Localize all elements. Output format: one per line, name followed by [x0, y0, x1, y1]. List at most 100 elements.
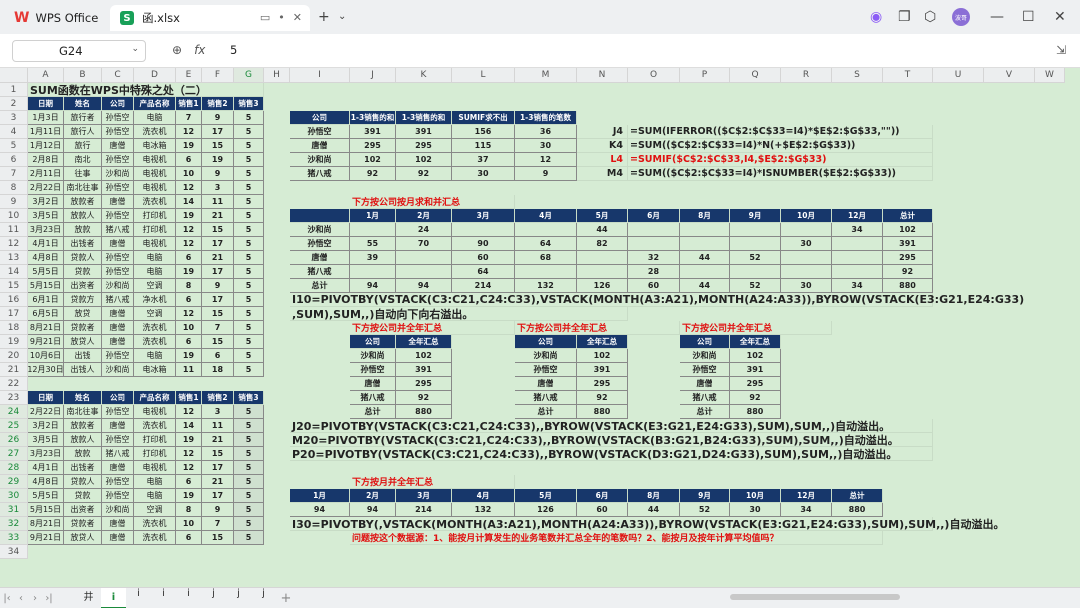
table2-cell[interactable]: 孙悟空 [102, 489, 134, 503]
avatar[interactable]: 波哥 [952, 8, 970, 26]
row-header[interactable]: 23 [0, 391, 28, 405]
zoom-icon[interactable]: ⊕ [172, 43, 182, 57]
table1-cell[interactable]: 出钱人 [64, 363, 102, 377]
new-tab-icon[interactable]: + [318, 7, 330, 27]
table1-cell[interactable]: 11 [202, 195, 234, 209]
table2-cell[interactable]: 21 [202, 475, 234, 489]
table1-cell[interactable]: 15 [202, 139, 234, 153]
table1-cell[interactable]: 唐僧 [102, 237, 134, 251]
company-cell[interactable]: 猪八戒 [680, 391, 730, 405]
table1-cell[interactable]: 贷款人 [64, 251, 102, 265]
pivot-cell[interactable]: 52 [730, 279, 781, 293]
table1-cell[interactable]: 电脑 [134, 265, 176, 279]
row-header[interactable]: 34 [0, 545, 28, 559]
table1-cell[interactable]: 6 [202, 349, 234, 363]
table1-cell[interactable]: 12 [176, 125, 202, 139]
row-header[interactable]: 31 [0, 503, 28, 517]
table1-cell[interactable]: 4月1日 [28, 237, 64, 251]
row-header[interactable]: 2 [0, 97, 28, 111]
table2-cell[interactable]: 3月2日 [28, 419, 64, 433]
table2-cell[interactable]: 12 [176, 447, 202, 461]
pivot-cell[interactable] [781, 223, 832, 237]
summary-cell[interactable]: 30 [452, 167, 515, 181]
pivot-cell[interactable] [781, 251, 832, 265]
table1-cell[interactable]: 电视机 [134, 237, 176, 251]
pivot-cell[interactable]: 55 [350, 237, 396, 251]
table2-cell[interactable]: 21 [202, 433, 234, 447]
company-cell[interactable]: 孙悟空 [515, 363, 577, 377]
table2-cell[interactable]: 电脑 [134, 489, 176, 503]
table2-cell[interactable]: 5月15日 [28, 503, 64, 517]
table1-cell[interactable]: 6月1日 [28, 293, 64, 307]
column-header[interactable]: L [452, 68, 515, 83]
column-header[interactable]: T [883, 68, 933, 83]
row-header[interactable]: 20 [0, 349, 28, 363]
pivot-cell[interactable] [577, 265, 628, 279]
table1-cell[interactable]: 10 [176, 167, 202, 181]
table2-cell[interactable]: 孙悟空 [102, 405, 134, 419]
table1-cell[interactable]: 15 [202, 335, 234, 349]
summary-cell[interactable]: 孙悟空 [290, 125, 350, 139]
pivot-cell[interactable]: 126 [577, 279, 628, 293]
row-header[interactable]: 15 [0, 279, 28, 293]
table1-cell[interactable]: 5月15日 [28, 279, 64, 293]
summary-cell[interactable]: 156 [452, 125, 515, 139]
sheet-tab[interactable]: i [101, 587, 126, 608]
cube-icon[interactable]: ⬡ [924, 7, 936, 27]
table1-cell[interactable]: 猪八戒 [102, 293, 134, 307]
table1-cell[interactable]: 3月23日 [28, 223, 64, 237]
row-header[interactable]: 33 [0, 531, 28, 545]
table1-cell[interactable]: 出钱者 [64, 237, 102, 251]
table1-cell[interactable]: 洗衣机 [134, 335, 176, 349]
table2-cell[interactable]: 孙悟空 [102, 475, 134, 489]
table1-cell[interactable]: 21 [202, 209, 234, 223]
table1-cell[interactable]: 净水机 [134, 293, 176, 307]
summary-cell[interactable]: 92 [350, 167, 396, 181]
table2-cell[interactable]: 贷款人 [64, 475, 102, 489]
pivot-cell[interactable]: 60 [452, 251, 515, 265]
column-header[interactable]: W [1035, 68, 1065, 83]
table2-cell[interactable]: 5 [234, 433, 264, 447]
expand-formula-icon[interactable]: ⇲ [1056, 43, 1066, 57]
summary-cell[interactable]: 115 [452, 139, 515, 153]
row-header[interactable]: 26 [0, 433, 28, 447]
pivot-cell[interactable]: 34 [832, 223, 883, 237]
table1-cell[interactable]: 空调 [134, 307, 176, 321]
table2-cell[interactable]: 放款人 [64, 433, 102, 447]
table2-cell[interactable]: 5 [234, 405, 264, 419]
table1-cell[interactable]: 旅行 [64, 139, 102, 153]
summary-cell[interactable]: 30 [515, 139, 577, 153]
table1-cell[interactable]: 6月5日 [28, 307, 64, 321]
table1-cell[interactable]: 猪八戒 [102, 223, 134, 237]
row-header[interactable]: 27 [0, 447, 28, 461]
pivot-cell[interactable]: 68 [515, 251, 577, 265]
company-cell[interactable]: 391 [577, 363, 628, 377]
company-cell[interactable]: 295 [396, 377, 452, 391]
row-header[interactable]: 19 [0, 335, 28, 349]
table1-cell[interactable]: 洗衣机 [134, 321, 176, 335]
table1-cell[interactable]: 1月12日 [28, 139, 64, 153]
row-header[interactable]: 12 [0, 237, 28, 251]
table1-cell[interactable]: 19 [176, 349, 202, 363]
table1-cell[interactable]: 12月30日 [27, 363, 64, 377]
table2-cell[interactable]: 电脑 [134, 475, 176, 489]
fx-icon[interactable]: fx [194, 43, 205, 57]
table1-cell[interactable]: 打印机 [134, 209, 176, 223]
pivot-cell[interactable]: 32 [628, 251, 680, 265]
table1-cell[interactable]: 5 [234, 279, 264, 293]
summary-cell[interactable]: 沙和尚 [290, 153, 350, 167]
company-cell[interactable]: 沙和尚 [350, 349, 396, 363]
table2-cell[interactable]: 洗衣机 [134, 517, 176, 531]
table1-cell[interactable]: 洗衣机 [134, 195, 176, 209]
pivot-cell[interactable]: 214 [452, 279, 515, 293]
table1-cell[interactable]: 14 [176, 195, 202, 209]
table1-cell[interactable]: 唐僧 [102, 139, 134, 153]
table1-cell[interactable]: 5 [234, 153, 264, 167]
table1-cell[interactable]: 5 [234, 335, 264, 349]
pivot-cell[interactable]: 30 [781, 279, 832, 293]
row-header[interactable]: 1 [0, 83, 28, 97]
pivot-cell[interactable]: 90 [452, 237, 515, 251]
table1-cell[interactable]: 电脑 [134, 111, 176, 125]
pivot-cell[interactable]: 94 [396, 279, 452, 293]
table2-cell[interactable]: 放贷人 [64, 531, 102, 545]
